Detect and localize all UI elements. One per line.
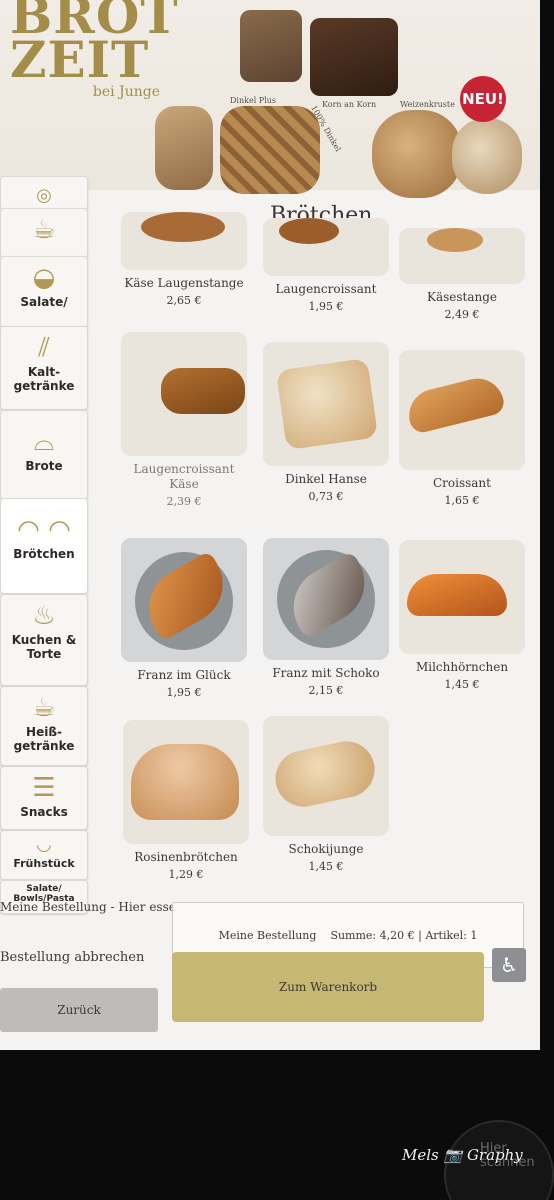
product-card[interactable]: Rosinenbrötchen 1,29 € [120,720,252,881]
category-label: Brote [25,459,63,473]
category-item[interactable]: ☕ [0,208,88,258]
bread-label: Dinkel Plus [230,96,277,105]
category-label: Snacks [20,805,68,819]
back-button[interactable]: Zurück [0,988,158,1032]
category-label: Frühstück [13,857,75,870]
category-label: Salate/ [20,295,68,309]
breakfast-icon: ☕ [32,215,56,245]
promo-banner: BROT ZEIT bei Junge Dinkel Plus Korn an … [0,0,540,198]
bread-image [372,110,462,198]
category-breakfast[interactable]: ◡ Frühstück [0,830,88,880]
product-price: 2,15 € [308,684,344,697]
category-cold-drinks[interactable]: ⫽ Kalt-getränke [0,326,88,410]
category-snacks[interactable]: ☰ Snacks [0,766,88,830]
product-image [121,538,247,662]
category-bread[interactable]: ⌓ Brote [0,410,88,500]
product-card[interactable]: Schokijunge 1,45 € [260,716,392,873]
product-price: 2,49 € [444,308,480,321]
product-price: 0,73 € [308,490,344,503]
bread-loaf-icon: ⌓ [33,427,55,457]
bread-image [310,18,398,96]
product-image [121,212,247,270]
muffin-icon: ♨ [32,601,56,631]
bread-label: Weizenkruste [400,100,455,109]
new-badge: NEU! [460,76,506,122]
order-summary-label: Meine Bestellung [218,928,317,942]
product-image [399,540,525,654]
product-price: 1,65 € [444,494,480,507]
bread-label: Korn an Korn [322,100,377,109]
product-image [263,538,389,660]
product-card[interactable]: Käse Laugenstange 2,65 € [118,212,250,307]
product-image [399,228,525,284]
category-label: Brötchen [13,547,75,561]
bottle-icon: ⫽ [38,333,50,363]
product-price: 1,29 € [168,868,204,881]
product-card[interactable]: Dinkel Hanse 0,73 € [260,342,392,503]
cart-button[interactable]: Zum Warenkorb [172,952,484,1022]
accessibility-icon[interactable]: ♿ [492,948,526,982]
category-label: Kuchen & Torte [11,633,77,661]
product-price: 2,39 € [166,495,202,508]
bread-image [155,106,213,190]
product-card[interactable]: Käsestange 2,49 € [396,228,528,321]
salad-bowl-icon: ◒ [32,263,56,293]
product-card[interactable]: Franz im Glück 1,95 € [118,538,250,699]
bread-image [452,118,522,194]
product-card[interactable]: Laugencroissant 1,95 € [260,218,392,313]
product-price: 1,45 € [444,678,480,691]
order-title: Meine Bestellung - Hier essen [0,900,184,914]
product-image [263,716,389,836]
product-price: 1,95 € [166,686,202,699]
product-name: Franz im Glück [137,668,231,682]
category-item[interactable]: ◎ [0,176,88,210]
category-label: Heiß-getränke [13,725,75,753]
category-salads[interactable]: ◒ Salate/ [0,256,88,328]
product-name: Croissant [432,476,491,490]
product-name: Milchhörnchen [415,660,509,674]
category-cakes[interactable]: ♨ Kuchen & Torte [0,594,88,686]
product-card[interactable]: Croissant 1,65 € [396,350,528,507]
category-label: Kalt-getränke [13,365,75,393]
product-price: 1,45 € [308,860,344,873]
category-sidebar: ◎ ☕ ◒ Salate/ ⫽ Kalt-getränke ⌓ Brote ◠ … [0,176,96,914]
product-card[interactable]: Franz mit Schoko 2,15 € [260,538,392,697]
category-hot-drinks[interactable]: ☕ Heiß-getränke [0,686,88,766]
bread-image [240,10,302,82]
product-grid: Käse Laugenstange 2,65 € Laugencroissant… [96,212,525,902]
product-name: Laugencroissant [275,282,377,296]
product-card[interactable]: Laugencroissant Käse 2,39 € [118,332,250,508]
brand-logo: BROT ZEIT bei Junge [10,0,179,100]
order-summary-value: Summe: 4,20 € | Artikel: 1 [330,928,478,942]
product-image [263,218,389,276]
food-icon: ◎ [36,185,52,206]
product-name: Käsestange [426,290,498,304]
product-image [263,342,389,466]
category-rolls[interactable]: ◠ ◠ Brötchen [0,498,88,594]
product-name: Dinkel Hanse [285,472,367,486]
product-image [399,350,525,470]
sandwich-icon: ☰ [32,773,56,803]
product-name: Schokijunge [288,842,364,856]
photo-watermark: Mels 📷 Graphy [402,1146,523,1164]
product-name: Franz mit Schoko [272,666,380,680]
product-image [121,332,247,456]
bread-image [220,106,320,194]
product-image [123,720,249,844]
breakfast-icon: ◡ [36,834,52,855]
cancel-order-link[interactable]: Bestellung abbrechen [0,950,144,965]
bread-roll-icon: ◠ ◠ [17,515,71,545]
coffee-cup-icon: ☕ [32,693,56,723]
brand-line-2: ZEIT [10,30,150,89]
product-card[interactable]: Milchhörnchen 1,45 € [396,540,528,691]
product-name: Rosinenbrötchen [134,850,238,864]
product-price: 1,95 € [308,300,344,313]
product-name: Laugencroissant Käse [133,462,235,491]
product-price: 2,65 € [166,294,202,307]
kiosk-screen: BROT ZEIT bei Junge Dinkel Plus Korn an … [0,0,540,1050]
product-name: Käse Laugenstange [124,276,244,290]
